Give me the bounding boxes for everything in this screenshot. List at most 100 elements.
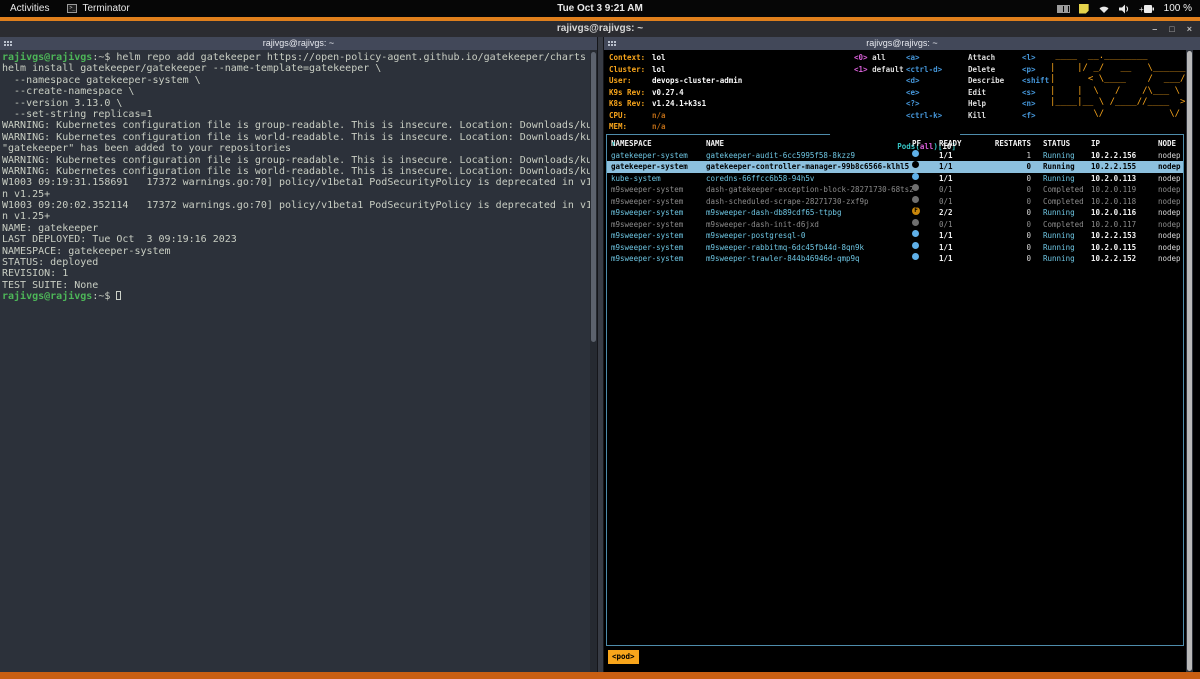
terminal-line: --create-namespace \: [2, 86, 590, 97]
right-terminal-pane: rajivgs@rajivgs: ~ Context:lolCluster:lo…: [604, 37, 1200, 672]
terminal-line: rajivgs@rajivgs:~$: [2, 291, 590, 302]
table-row[interactable]: m9sweeper-systemdash-scheduled-scrape-28…: [607, 196, 1183, 208]
terminator-window: rajivgs@rajivgs: ~ – □ × rajivgs@rajivgs…: [0, 21, 1200, 672]
k9s-app: Context:lolCluster:lolUser:devops-cluste…: [604, 50, 1200, 672]
k9s-pods-table: Pods(all)[10] NAMESPACE↑NAMEPFREADYRESTA…: [606, 134, 1184, 646]
table-row[interactable]: m9sweeper-systemm9sweeper-rabbitmq-6dc45…: [607, 242, 1183, 254]
terminal-line: LAST DEPLOYED: Tue Oct 3 09:19:16 2023: [2, 234, 590, 245]
k9s-logo: ____ __.________ | |/ _/ __ \______ | < …: [1050, 51, 1185, 121]
table-row[interactable]: m9sweeper-systemm9sweeper-dash-init-d6jx…: [607, 219, 1183, 231]
terminal-line: helm install gatekeeper/gatekeeper --nam…: [2, 63, 590, 74]
k9s-side-hotkey[interactable]: <l>: [1022, 52, 1049, 64]
pod-status-dot-icon: [912, 219, 919, 226]
k9s-info-row: CPU:n/a: [609, 110, 742, 122]
k9s-side-hotkey[interactable]: <s>: [1022, 87, 1049, 99]
table-row[interactable]: m9sweeper-systemm9sweeper-dash-db89cdf65…: [607, 207, 1183, 219]
left-terminal-pane: rajivgs@rajivgs: ~ rajivgs@rajivgs:~$ he…: [0, 37, 597, 672]
k9s-side-hotkey[interactable]: <n>: [1022, 98, 1049, 110]
table-row[interactable]: kube-systemcoredns-66ffcc6b58-94h5v1/10R…: [607, 173, 1183, 185]
battery-percent[interactable]: 100 %: [1164, 3, 1192, 14]
k9s-info-row: Context:lol: [609, 52, 742, 64]
pod-status-dot-icon: [912, 253, 919, 260]
left-terminal-output[interactable]: rajivgs@rajivgs:~$ helm repo add gatekee…: [0, 50, 590, 672]
k9s-breadcrumb-pod[interactable]: <pod>: [608, 650, 639, 664]
volume-icon: [1119, 4, 1130, 14]
terminal-line: W1003 09:19:31.158691 17372 warnings.go:…: [2, 177, 590, 188]
terminal-line: n v1.25+: [2, 211, 590, 222]
pod-status-dot-icon: [912, 230, 919, 237]
pod-status-dot-icon: [912, 161, 919, 168]
group-icon[interactable]: [608, 41, 610, 43]
terminal-line: NAMESPACE: gatekeeper-system: [2, 246, 590, 257]
table-row[interactable]: gatekeeper-systemgatekeeper-audit-6cc599…: [607, 150, 1183, 162]
k9s-side-hotkey[interactable]: <p>: [1022, 64, 1049, 76]
table-header-row: NAMESPACE↑NAMEPFREADYRESTARTSSTATUSIPNOD…: [607, 138, 1183, 150]
pod-status-dot-icon: [912, 242, 919, 249]
table-row[interactable]: m9sweeper-systemm9sweeper-postgresql-01/…: [607, 230, 1183, 242]
left-scrollbar[interactable]: [590, 50, 597, 672]
k9s-namespace-hotkey[interactable]: <1> default: [854, 64, 904, 76]
window-title: rajivgs@rajivgs: ~: [557, 23, 643, 34]
minimize-button[interactable]: –: [1152, 25, 1157, 34]
table-row-selected[interactable]: gatekeeper-systemgatekeeper-controller-m…: [607, 161, 1183, 173]
right-pane-title: rajivgs@rajivgs: ~: [866, 38, 937, 48]
terminal-line: WARNING: Kubernetes configuration file i…: [2, 120, 590, 131]
terminal-line: --version 3.13.0 \: [2, 98, 590, 109]
left-scrollbar-thumb[interactable]: [591, 52, 596, 342]
group-icon[interactable]: [4, 41, 6, 43]
k9s-info-row: K8s Rev:v1.24.1+k3s1: [609, 98, 742, 110]
close-button[interactable]: ×: [1187, 25, 1192, 34]
terminal-line: WARNING: Kubernetes configuration file i…: [2, 166, 590, 177]
terminal-line: WARNING: Kubernetes configuration file i…: [2, 155, 590, 166]
battery-icon: +: [1139, 4, 1155, 14]
wifi-icon: [1098, 4, 1110, 14]
k9s-cluster-info: Context:lolCluster:lolUser:devops-cluste…: [609, 52, 742, 133]
terminal-line: --set-string replicas=1: [2, 109, 590, 120]
left-pane-title: rajivgs@rajivgs: ~: [263, 38, 334, 48]
right-scrollbar[interactable]: [1186, 50, 1193, 672]
table-row[interactable]: m9sweeper-systemdash-gatekeeper-exceptio…: [607, 184, 1183, 196]
k9s-side-hotkey[interactable]: <f>: [1022, 110, 1049, 122]
left-pane-titlebar[interactable]: rajivgs@rajivgs: ~: [0, 37, 597, 50]
terminal-line: "gatekeeper" has been added to your repo…: [2, 143, 590, 154]
pod-status-dot-icon: [912, 196, 919, 203]
terminal-line: W1003 09:20:02.352114 17372 warnings.go:…: [2, 200, 590, 211]
k9s-action-hotkey[interactable]: <a>Attach: [906, 52, 1004, 64]
terminal-line: REVISION: 1: [2, 268, 590, 279]
terminal-line: WARNING: Kubernetes configuration file i…: [2, 132, 590, 143]
k9s-namespace-hotkeys[interactable]: <0> all<1> default: [854, 52, 904, 75]
k9s-action-hotkeys[interactable]: <a>Attach<ctrl-d>Delete<d>Describe<e>Edi…: [906, 52, 1004, 121]
k9s-side-hotkey[interactable]: <shift: [1022, 75, 1049, 87]
clock[interactable]: Tue Oct 3 9:21 AM: [0, 3, 1200, 14]
svg-text:+: +: [1139, 5, 1144, 14]
pane-divider[interactable]: [597, 37, 604, 672]
terminal-line: STATUS: deployed: [2, 257, 590, 268]
terminal-line: NAME: gatekeeper: [2, 223, 590, 234]
portforward-icon: F: [912, 207, 920, 215]
pod-status-dot-icon: [912, 150, 919, 157]
maximize-button[interactable]: □: [1169, 25, 1174, 34]
k9s-action-hotkey[interactable]: <ctrl-d>Delete: [906, 64, 1004, 76]
k9s-info-row: MEM:n/a: [609, 121, 742, 133]
terminal-line: --namespace gatekeeper-system \: [2, 75, 590, 86]
k9s-action-hotkey[interactable]: <?>Help: [906, 98, 1004, 110]
pod-status-dot-icon: [912, 184, 919, 191]
k9s-side-hotkeys[interactable]: <l><p><shift<s><n><f>: [1022, 52, 1049, 121]
terminal-cursor: [116, 291, 121, 300]
pod-status-dot-icon: [912, 173, 919, 180]
k9s-action-hotkey[interactable]: <e>Edit: [906, 87, 1004, 99]
terminal-line: n v1.25+: [2, 189, 590, 200]
table-row[interactable]: m9sweeper-systemm9sweeper-trawler-844b46…: [607, 253, 1183, 265]
terminal-line: TEST SUITE: None: [2, 280, 590, 291]
terminal-line: rajivgs@rajivgs:~$ helm repo add gatekee…: [2, 52, 590, 63]
k9s-namespace-hotkey[interactable]: <0> all: [854, 52, 904, 64]
k9s-action-hotkey[interactable]: <d>Describe: [906, 75, 1004, 87]
desktop: Activities >_ Terminator Tue Oct 3 9:21 …: [0, 0, 1200, 679]
k9s-action-hotkey[interactable]: <ctrl-k>Kill: [906, 110, 1004, 122]
workspace-indicator-icon[interactable]: [1057, 5, 1070, 13]
notes-icon[interactable]: [1079, 4, 1089, 14]
right-scrollbar-thumb[interactable]: [1187, 51, 1192, 671]
top-panel: Activities >_ Terminator Tue Oct 3 9:21 …: [0, 0, 1200, 17]
right-pane-titlebar[interactable]: rajivgs@rajivgs: ~: [604, 37, 1200, 50]
window-titlebar[interactable]: rajivgs@rajivgs: ~ – □ ×: [0, 21, 1200, 37]
